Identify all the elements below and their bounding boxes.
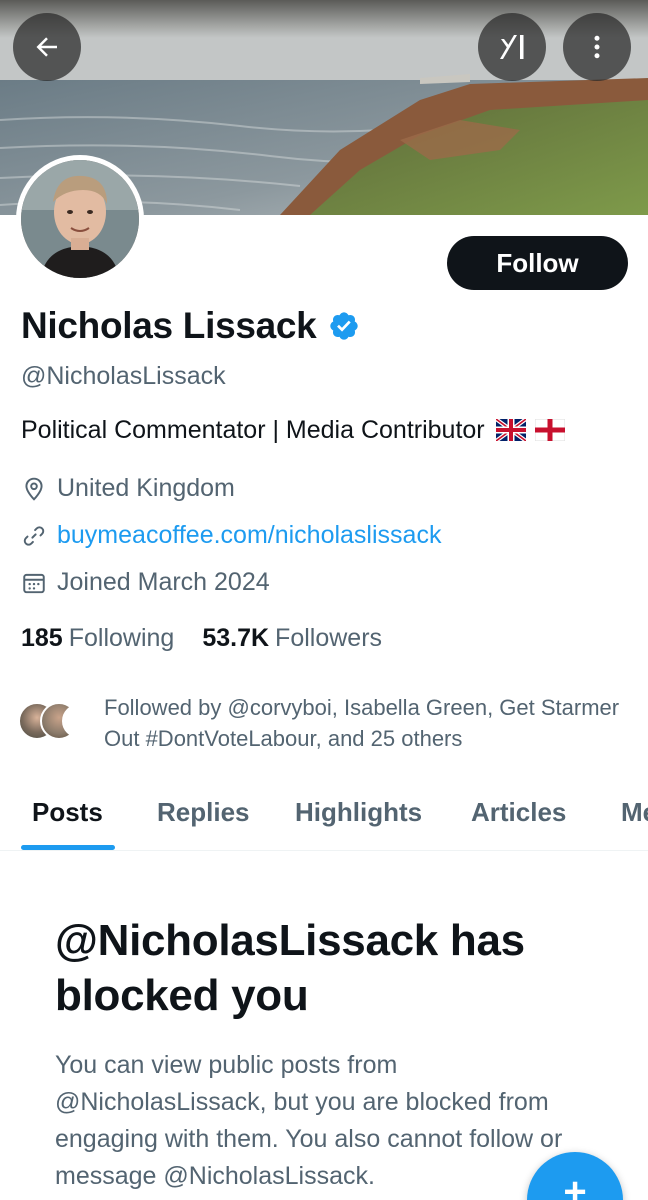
website-link[interactable]: buymeacoffee.com/nicholaslissack [57, 521, 441, 550]
location-text: United Kingdom [57, 474, 235, 502]
follow-button[interactable]: Follow [447, 236, 628, 290]
profile-stats: 185 Following 53.7K Followers [21, 624, 382, 653]
more-vertical-icon [594, 35, 600, 59]
followed-by-text: Followed by @corvyboi, Isabella Green, G… [104, 695, 620, 751]
tab-replies[interactable]: Replies [157, 797, 250, 828]
profile-tabs: Posts Replies Highlights Articles Me [0, 785, 648, 851]
followers-count: 53.7K [202, 624, 270, 652]
avatar-photo [21, 160, 139, 278]
link-icon [23, 525, 45, 546]
tab-articles[interactable]: Articles [471, 797, 566, 828]
profile-name: Nicholas Lissack [21, 305, 317, 346]
profile-location: United Kingdom [21, 474, 235, 503]
more-options-button[interactable] [563, 13, 631, 81]
profile-avatar[interactable] [16, 155, 144, 283]
tab-highlights[interactable]: Highlights [295, 797, 422, 828]
tab-posts[interactable]: Posts [32, 797, 103, 828]
grok-button[interactable] [478, 13, 546, 81]
followers-stat[interactable]: 53.7K Followers [202, 624, 382, 653]
bio-text: Political Commentator | Media Contributo… [21, 416, 485, 444]
active-tab-indicator [21, 845, 115, 850]
grok-icon [500, 35, 524, 59]
arrow-left-icon [36, 37, 57, 57]
tab-media[interactable]: Me [621, 797, 648, 828]
uk-flag-icon [495, 419, 526, 441]
location-pin-icon [25, 477, 43, 501]
england-flag-icon [534, 419, 565, 441]
profile-handle: @NicholasLissack [21, 362, 226, 390]
profile-joined: Joined March 2024 [21, 568, 270, 597]
blocked-title: @NicholasLissack has blocked you [55, 916, 525, 1020]
back-button[interactable] [13, 13, 81, 81]
following-count: 185 [21, 624, 63, 652]
followed-by-section[interactable]: Followed by @corvyboi, Isabella Green, G… [18, 692, 624, 754]
plus-icon: + [563, 1170, 587, 1200]
following-stat[interactable]: 185 Following [21, 624, 174, 653]
profile-website[interactable]: buymeacoffee.com/nicholaslissack [21, 521, 441, 550]
blocked-message: You can view public posts from @Nicholas… [55, 1051, 563, 1190]
joined-text: Joined March 2024 [57, 568, 270, 596]
followers-label: Followers [275, 624, 383, 652]
profile-name-row: Nicholas Lissack [21, 305, 360, 347]
following-label: Following [68, 624, 175, 652]
calendar-icon [23, 573, 45, 593]
mutual-avatar [62, 704, 96, 738]
mutual-avatars [18, 692, 98, 740]
profile-bio: Political Commentator | Media Contributo… [21, 416, 565, 445]
verified-badge-icon[interactable] [328, 310, 360, 342]
